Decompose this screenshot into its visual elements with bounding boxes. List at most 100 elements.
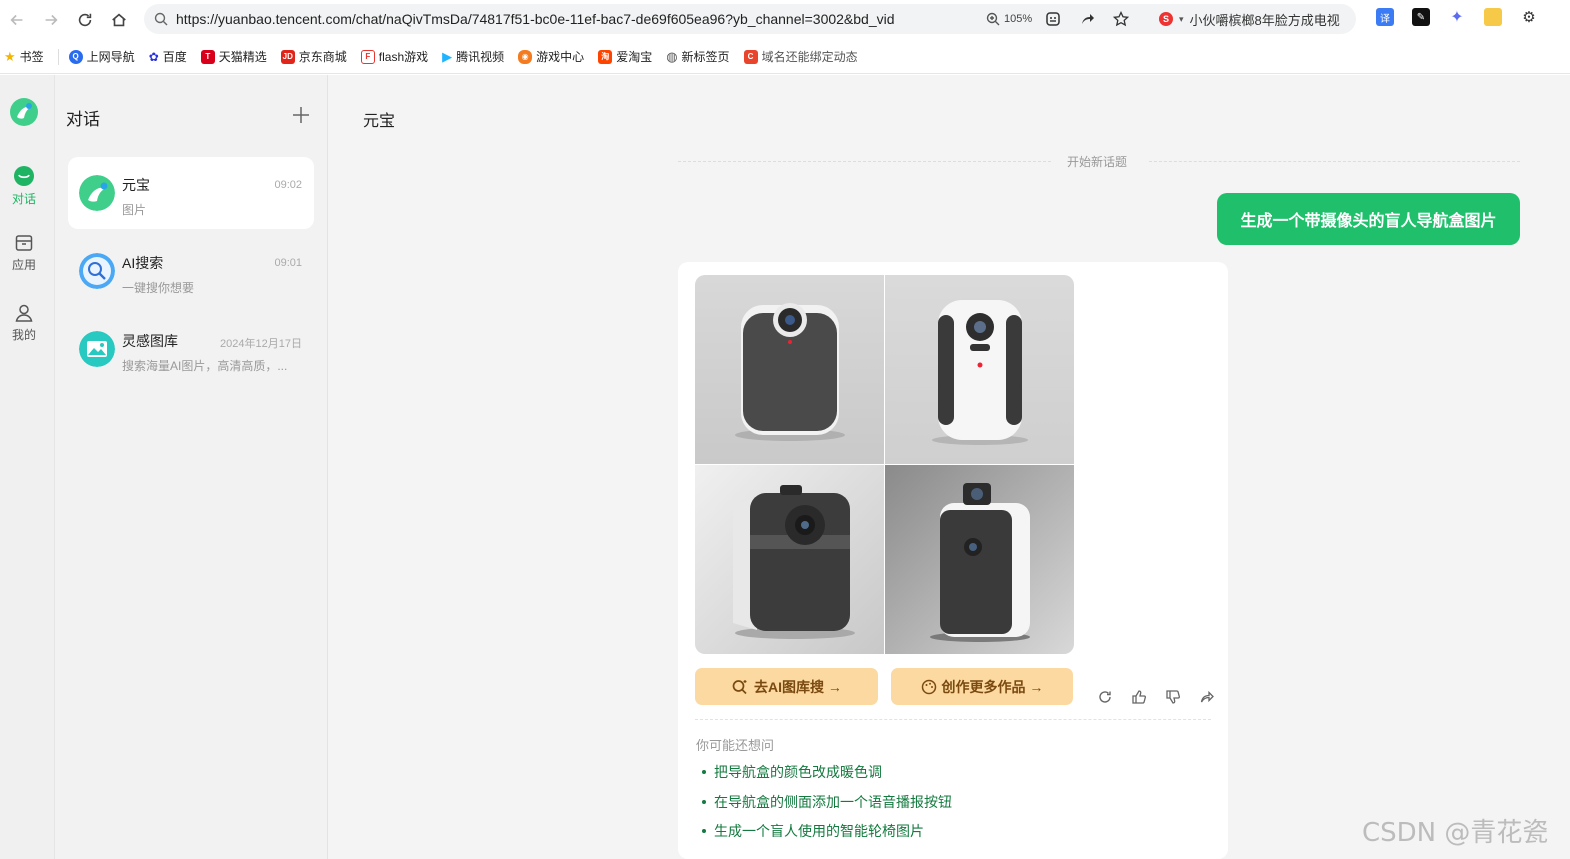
back-button[interactable] [0, 3, 34, 37]
topic-divider-text: 开始新话题 [1067, 155, 1128, 169]
go-ai-gallery-button[interactable]: 去AI图库搜 → [695, 668, 878, 705]
flash-icon: F [360, 49, 375, 64]
suggestion-item[interactable]: 在导航盒的侧面添加一个语音播报按钮 [702, 792, 952, 812]
conversation-subtitle: 图片 [122, 203, 147, 217]
rail-item-chat[interactable]: 对话 [0, 165, 48, 207]
conversation-title: 元宝 [122, 177, 150, 193]
favorite-star-icon[interactable] [1112, 10, 1130, 28]
yuanbao-app: 对话 应用 我的 对话 元宝 09:02 图片 AI搜索 09:01 一键搜你想… [0, 75, 1570, 859]
star-icon: ★ [4, 48, 16, 64]
rail-item-label: 应用 [11, 258, 36, 272]
bookmark-item[interactable]: ◍ 新标签页 [666, 48, 729, 65]
share-icon[interactable] [1078, 10, 1096, 28]
conversation-item-inspiration-gallery[interactable]: 灵感图库 2024年12月17日 搜索海量AI图片，高清高质，... [68, 313, 314, 385]
chevron-down-icon: ▾ [1179, 13, 1184, 24]
browser-toolbar: https://yuanbao.tencent.com/chat/naQivTm… [0, 0, 1570, 40]
address-bar[interactable]: https://yuanbao.tencent.com/chat/naQivTm… [144, 4, 1356, 34]
forward-button[interactable] [34, 3, 68, 37]
palette-icon [921, 679, 936, 694]
csdn-watermark: CSDN @青花瓷 [1362, 818, 1549, 848]
thumbs-up-icon[interactable] [1130, 688, 1147, 705]
share-icon[interactable] [1198, 688, 1215, 705]
zoom-indicator[interactable]: 105% [986, 12, 1032, 26]
home-button[interactable] [102, 3, 136, 37]
search-suggestion-text: 小伙嚼槟榔8年脸方成电视 [1189, 12, 1340, 28]
generated-image[interactable] [695, 275, 884, 464]
conversation-title: 灵感图库 [122, 333, 178, 349]
zoom-icon [986, 12, 1000, 26]
bookmark-item[interactable]: ★ 书签 [4, 48, 44, 65]
conversation-time: 2024年12月17日 [220, 338, 302, 350]
extensions-puzzle-icon[interactable]: ⚙ [1520, 8, 1538, 26]
conversation-subtitle: 一键搜你想要 [122, 281, 195, 295]
conversation-time: 09:01 [274, 257, 302, 269]
url-text[interactable]: https://yuanbao.tencent.com/chat/naQivTm… [176, 11, 946, 27]
reload-button[interactable] [68, 3, 102, 37]
translate-icon[interactable]: 译 [1376, 8, 1394, 26]
search-suggestion[interactable]: S ▾ 小伙嚼槟榔8年脸方成电视 [1159, 10, 1340, 29]
c-icon: C [743, 49, 758, 64]
regenerate-icon[interactable] [1096, 688, 1113, 705]
bookmark-item[interactable]: JD 京东商城 [280, 48, 347, 65]
conversation-time: 09:02 [274, 179, 302, 191]
bookmark-item[interactable]: ◉ 游戏中心 [518, 48, 584, 65]
bookmark-item[interactable]: ✿ 百度 [149, 48, 187, 65]
bookmark-item[interactable]: Q 上网导航 [68, 48, 135, 65]
message-actions [1096, 688, 1215, 705]
yuanbao-logo[interactable] [9, 97, 39, 127]
conversation-item-ai-search[interactable]: AI搜索 09:01 一键搜你想要 [68, 235, 314, 307]
generated-image[interactable] [885, 465, 1074, 654]
conversation-subtitle: 搜索海量AI图片，高清高质，... [122, 359, 288, 373]
conversation-title: AI搜索 [122, 255, 164, 271]
generated-image[interactable] [885, 275, 1074, 464]
create-more-button[interactable]: 创作更多作品 → [891, 668, 1073, 705]
jd-icon: JD [280, 49, 295, 64]
pen-extension-icon[interactable]: ✎ [1412, 8, 1430, 26]
screenshot-icon[interactable] [1044, 10, 1062, 28]
sparkle-extension-icon[interactable]: ✦ [1448, 8, 1466, 26]
box-icon [15, 235, 33, 251]
search-icon [154, 12, 168, 26]
topic-divider-right [1149, 161, 1520, 162]
tmall-icon: T [200, 49, 215, 64]
gallery-avatar [79, 331, 115, 367]
conversation-sidebar: 对话 元宝 09:02 图片 AI搜索 09:01 一键搜你想要 灵感图库 20… [55, 75, 328, 859]
rail-item-apps[interactable]: 应用 [0, 233, 48, 273]
baidu-paw-icon: ✿ [148, 49, 159, 64]
chat-icon [14, 166, 34, 186]
bookmark-item[interactable]: C 域名还能绑定动态 [743, 48, 858, 65]
search-sparkle-icon [732, 679, 747, 694]
taobao-icon: 淘 [598, 49, 613, 64]
bookmark-item[interactable]: 淘 爱淘宝 [598, 48, 652, 65]
zoom-level: 105% [1004, 13, 1033, 25]
generated-image-grid[interactable] [695, 275, 1074, 654]
bookmark-item[interactable]: ▶ 腾讯视频 [442, 48, 504, 65]
q-icon: Q [68, 49, 83, 64]
user-icon [15, 304, 33, 322]
yuanbao-avatar [79, 175, 115, 211]
rail-item-label: 对话 [11, 192, 36, 206]
generated-image[interactable] [695, 465, 884, 654]
bookmark-item[interactable]: F flash游戏 [360, 48, 428, 65]
suggestion-item[interactable]: 生成一个盲人使用的智能轮椅图片 [702, 821, 924, 841]
suggestion-item[interactable]: 把导航盒的颜色改成暖色调 [702, 762, 882, 782]
sidebar-title: 对话 [66, 110, 100, 129]
nav-rail: 对话 应用 我的 [0, 75, 55, 859]
conversation-item-yuanbao[interactable]: 元宝 09:02 图片 [68, 157, 314, 229]
suggestions-heading: 你可能还想问 [696, 738, 775, 753]
folder-icon[interactable] [1484, 8, 1502, 26]
tencent-video-icon: ▶ [442, 48, 453, 64]
gamepad-icon: ◉ [518, 49, 533, 64]
thumbs-down-icon[interactable] [1164, 688, 1181, 705]
new-chat-plus-icon[interactable] [291, 105, 311, 125]
chat-title: 元宝 [363, 113, 396, 130]
bookmarks-bar: ★ 书签 Q 上网导航 ✿ 百度 T 天猫精选 JD 京东商城 F flash游… [0, 40, 1570, 74]
card-divider [695, 719, 1211, 720]
rail-item-profile[interactable]: 我的 [0, 303, 48, 343]
globe-icon: ◍ [666, 48, 678, 64]
chat-panel: 元宝 开始新话题 生成一个带摄像头的盲人导航盒图片 去AI图库搜 → 创作更多作… [329, 75, 1570, 859]
assistant-answer-card: 去AI图库搜 → 创作更多作品 → 你可能还想问 把导航盒的颜色改成暖色调 在导… [678, 262, 1228, 859]
topic-divider-left [678, 161, 1051, 162]
ai-search-avatar [79, 253, 115, 289]
bookmark-item[interactable]: T 天猫精选 [200, 48, 267, 65]
